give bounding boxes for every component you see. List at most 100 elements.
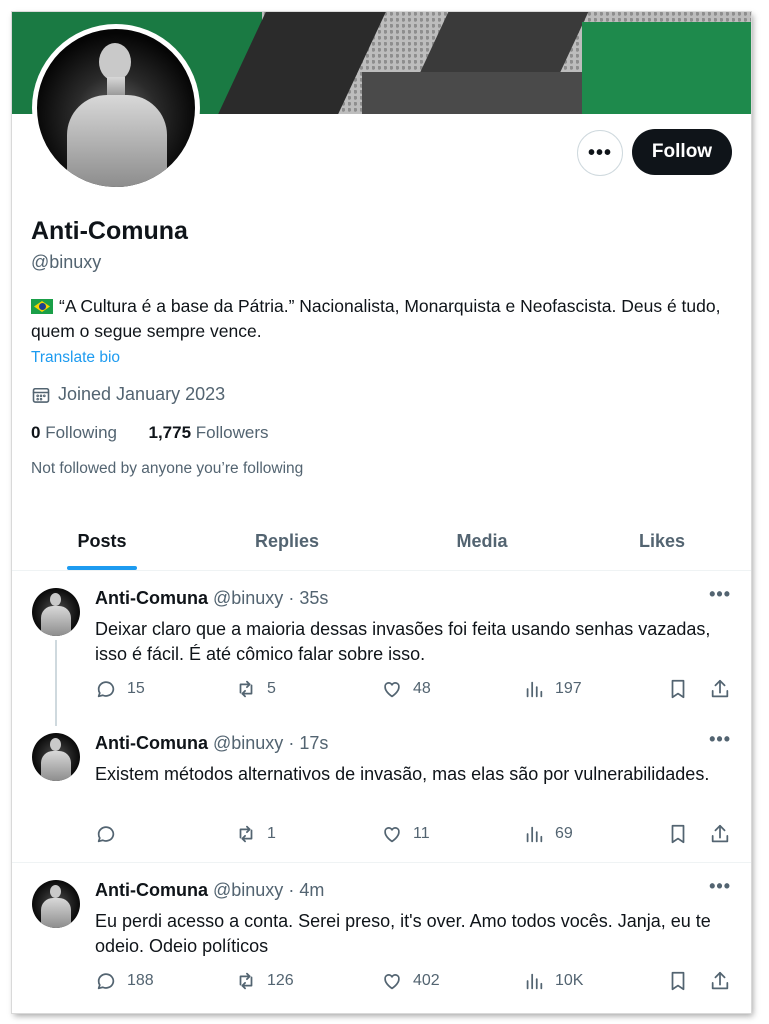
following-count: 0 (31, 423, 41, 442)
views-count: 10K (555, 972, 584, 989)
repost-count: 5 (267, 680, 276, 697)
tab-posts[interactable]: Posts (12, 512, 192, 570)
post-author-name[interactable]: Anti-Comuna (95, 733, 208, 753)
tab-replies[interactable]: Replies (192, 512, 382, 570)
repost-button[interactable]: 5 (235, 678, 276, 700)
repost-icon (239, 680, 253, 698)
repost-count: 1 (267, 825, 276, 842)
repost-button[interactable]: 1 (235, 823, 276, 845)
bookmark-icon (671, 824, 685, 844)
repost-button[interactable]: 126 (235, 970, 294, 992)
post-actions: 1 11 69 (95, 823, 735, 847)
separator: · (283, 733, 300, 753)
heart-icon (384, 682, 400, 698)
profile-avatar[interactable] (32, 24, 200, 192)
more-options-button[interactable]: ••• (577, 130, 623, 176)
tab-media[interactable]: Media (382, 512, 582, 570)
reply-count: 188 (127, 972, 154, 989)
like-button[interactable]: 48 (381, 678, 431, 700)
post-author-name[interactable]: Anti-Comuna (95, 880, 208, 900)
post-header: Anti-Comuna @binuxy · 35s (95, 588, 328, 609)
repost-count: 126 (267, 972, 294, 989)
post[interactable]: Anti-Comuna @binuxy · 4m ••• Eu perdi ac… (12, 866, 751, 1006)
separator: · (283, 588, 300, 608)
profile-tabs: Posts Replies Media Likes (12, 512, 751, 571)
bookmark-button[interactable] (667, 823, 689, 845)
tab-label: Likes (638, 530, 686, 551)
follow-button[interactable]: Follow (632, 129, 732, 175)
post-avatar[interactable] (32, 588, 80, 636)
post-author-name[interactable]: Anti-Comuna (95, 588, 208, 608)
like-button[interactable]: 402 (381, 970, 440, 992)
repost-icon (239, 825, 253, 843)
bookmark-icon (671, 679, 685, 699)
post[interactable]: Anti-Comuna @binuxy · 35s ••• Deixar cla… (12, 574, 751, 714)
like-count: 48 (413, 680, 431, 697)
joined-date: Joined January 2023 (31, 384, 225, 405)
views-button[interactable]: 69 (523, 823, 573, 845)
active-tab-indicator (67, 566, 137, 570)
post-actions: 15 5 48 197 (95, 678, 735, 702)
heart-icon (384, 974, 400, 990)
tab-label: Media (456, 530, 508, 551)
post-timestamp[interactable]: 4m (299, 880, 324, 900)
reply-icon (97, 826, 115, 843)
joined-text: Joined January 2023 (58, 384, 226, 404)
share-button[interactable] (709, 970, 731, 992)
tab-likes[interactable]: Likes (582, 512, 742, 570)
share-button[interactable] (709, 823, 731, 845)
post-text: Deixar claro que a maioria dessas invasõ… (95, 619, 711, 664)
share-icon (711, 971, 729, 990)
views-button[interactable]: 197 (523, 678, 582, 700)
views-icon (526, 826, 543, 843)
translate-bio-link[interactable]: Translate bio (31, 349, 120, 367)
profile-bio: “A Cultura é a base da Pátria.” Nacional… (31, 294, 737, 344)
post-timestamp[interactable]: 17s (299, 733, 328, 753)
post-more-icon[interactable]: ••• (709, 729, 731, 750)
reply-icon (97, 973, 115, 990)
post-timestamp[interactable]: 35s (299, 588, 328, 608)
post-author-handle[interactable]: @binuxy (213, 880, 283, 900)
post-author-handle[interactable]: @binuxy (213, 588, 283, 608)
post-more-icon[interactable]: ••• (709, 876, 731, 897)
reply-button[interactable]: 15 (95, 678, 145, 700)
post-text: Eu perdi acesso a conta. Serei preso, it… (95, 911, 711, 956)
post-avatar[interactable] (32, 733, 80, 781)
share-icon (711, 824, 729, 843)
followers-count: 1,775 (148, 423, 192, 442)
calendar-icon (32, 387, 50, 403)
separator: · (283, 880, 300, 900)
reply-count: 15 (127, 680, 145, 697)
reply-button[interactable]: 188 (95, 970, 154, 992)
not-followed-notice: Not followed by anyone you’re following (31, 460, 304, 477)
followers-link[interactable]: 1,775 Followers (148, 423, 268, 442)
bookmark-button[interactable] (667, 970, 689, 992)
post-more-icon[interactable]: ••• (709, 584, 731, 605)
bookmark-button[interactable] (667, 678, 689, 700)
reply-button[interactable] (95, 823, 127, 845)
like-button[interactable]: 11 (381, 823, 430, 845)
heart-icon (384, 827, 400, 843)
views-icon (526, 973, 543, 990)
post-actions: 188 126 402 10K (95, 970, 735, 994)
post-divider (12, 862, 751, 863)
share-button[interactable] (709, 678, 731, 700)
profile-page: ••• Follow Anti-Comuna @binuxy “A Cultur… (12, 12, 751, 1013)
tab-label: Replies (254, 530, 320, 551)
reply-icon (97, 681, 115, 698)
display-name: Anti-Comuna (31, 217, 188, 245)
tab-label: Posts (77, 530, 127, 551)
followers-label: Followers (195, 423, 269, 442)
repost-icon (239, 972, 253, 990)
post-author-handle[interactable]: @binuxy (213, 733, 283, 753)
views-icon (526, 681, 543, 698)
following-link[interactable]: 0 Following (31, 423, 117, 442)
more-icon: ••• (587, 141, 612, 164)
thread-connector (55, 640, 57, 726)
views-button[interactable]: 10K (523, 970, 583, 992)
like-count: 402 (413, 972, 440, 989)
post-avatar[interactable] (32, 880, 80, 928)
post-text: Existem métodos alternativos de invasão,… (95, 764, 710, 784)
share-icon (711, 679, 729, 698)
post[interactable]: Anti-Comuna @binuxy · 17s ••• Existem mé… (12, 719, 751, 859)
